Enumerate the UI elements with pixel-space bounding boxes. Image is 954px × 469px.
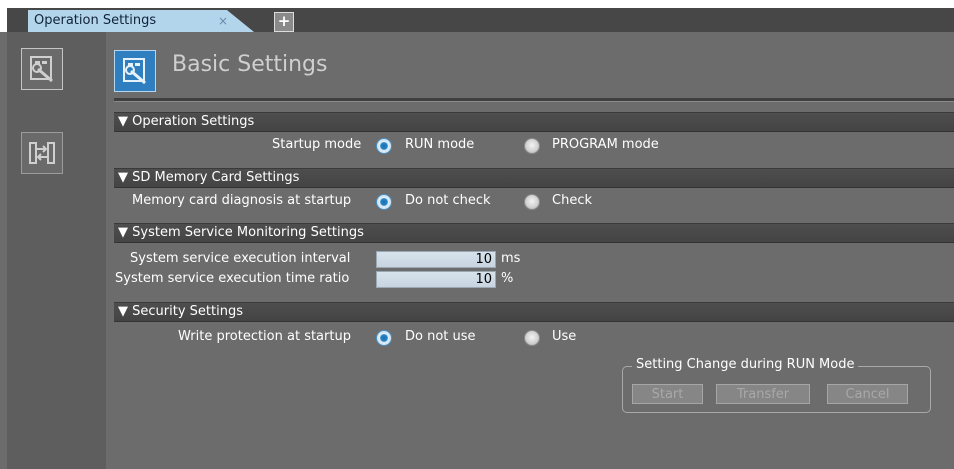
execution-interval-input[interactable]: 10	[376, 251, 496, 268]
start-button[interactable]: Start	[632, 384, 703, 404]
radio-use[interactable]	[524, 330, 540, 346]
section-title: ▼ Security Settings	[118, 304, 243, 319]
radio-check-label[interactable]: Check	[552, 193, 592, 208]
radio-run-mode[interactable]	[376, 138, 392, 154]
header-divider	[114, 98, 954, 102]
tab-label: Operation Settings	[34, 13, 157, 28]
basic-settings-nav-button[interactable]	[21, 48, 63, 90]
section-title: ▼ System Service Monitoring Settings	[118, 225, 364, 240]
write-protection-label: Write protection at startup	[178, 329, 351, 344]
radio-program-mode-label[interactable]: PROGRAM mode	[552, 137, 659, 152]
radio-program-mode[interactable]	[524, 138, 540, 154]
section-operation-settings[interactable]: ▼ Operation Settings	[114, 112, 954, 132]
transfer-button[interactable]: Transfer	[716, 384, 810, 404]
radio-check[interactable]	[524, 194, 540, 210]
radio-do-not-use-label[interactable]: Do not use	[405, 329, 476, 344]
tab-operation-settings[interactable]: Operation Settings ×	[28, 10, 254, 32]
execution-interval-label: System service execution interval	[130, 251, 351, 266]
page-title: Basic Settings	[172, 52, 328, 77]
add-tab-button[interactable]: +	[274, 12, 294, 32]
execution-time-ratio-input[interactable]: 10	[376, 271, 496, 288]
startup-mode-label: Startup mode	[272, 137, 362, 152]
memory-card-diagnosis-label: Memory card diagnosis at startup	[132, 193, 352, 208]
section-system-service-monitoring[interactable]: ▼ System Service Monitoring Settings	[114, 223, 954, 243]
basic-settings-icon	[30, 56, 53, 83]
left-rail	[7, 32, 106, 469]
radio-do-not-use[interactable]	[376, 330, 392, 346]
section-security-settings[interactable]: ▼ Security Settings	[114, 302, 954, 322]
radio-run-mode-label[interactable]: RUN mode	[405, 137, 474, 152]
section-title: ▼ Operation Settings	[118, 114, 255, 129]
execution-time-ratio-unit: %	[501, 271, 514, 286]
radio-do-not-check[interactable]	[376, 194, 392, 210]
basic-settings-icon	[114, 50, 156, 92]
section-title: ▼ SD Memory Card Settings	[118, 170, 300, 185]
section-sd-card-settings[interactable]: ▼ SD Memory Card Settings	[114, 168, 954, 188]
close-icon[interactable]: ×	[218, 10, 228, 32]
execution-time-ratio-label: System service execution time ratio	[115, 271, 350, 286]
radio-do-not-check-label[interactable]: Do not check	[405, 193, 491, 208]
transfer-settings-nav-button[interactable]	[21, 132, 63, 174]
execution-interval-unit: ms	[501, 251, 521, 266]
run-mode-change-group-title: Setting Change during RUN Mode	[632, 357, 859, 372]
radio-use-label[interactable]: Use	[552, 329, 576, 344]
transfer-settings-icon	[29, 142, 55, 164]
cancel-button[interactable]: Cancel	[827, 384, 908, 404]
